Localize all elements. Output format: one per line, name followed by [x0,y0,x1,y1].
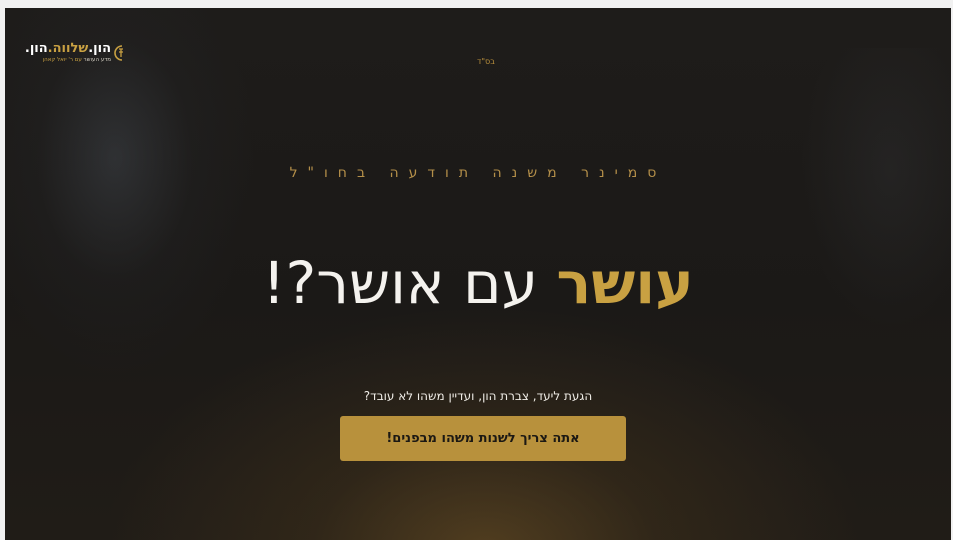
headline-rest: עם אושר?! [262,249,557,317]
logo-subtitle: מדע העושר עם ר' יואל קאהן [43,57,111,64]
logo-subtitle-part2: עם ר' יואל קאהן [42,57,84,63]
hero-section: הון.שלווה.הון. מדע העושר עם ר' יואל קאהן… [5,8,951,540]
coin-emblem-icon [114,45,123,61]
hero-headline: עושר עם אושר?! [5,248,951,318]
logo-title-part3: הון. [24,41,48,56]
site-logo[interactable]: הון.שלווה.הון. מדע העושר עם ר' יואל קאהן [23,42,127,66]
logo-title: הון.שלווה.הון. [25,42,111,56]
logo-title-part1: הון. [88,41,111,56]
logo-subtitle-part1: מדע העושר [83,57,111,63]
logo-title-part2: שלווה. [47,41,89,56]
cta-button[interactable]: אתה צריך לשנות משהו מבפנים! [340,416,626,461]
besd-mark: בס"ד [477,57,495,66]
headline-accent: עושר [556,249,694,317]
hero-subline: הגעת ליעד, צברת הון, ועדיין משהו לא עובד… [363,389,593,403]
background-shadow [5,8,265,428]
hero-kicker: סמינר משנה תודעה בחו"ל [289,165,667,181]
